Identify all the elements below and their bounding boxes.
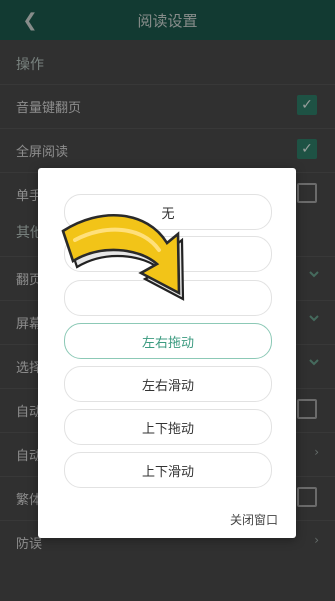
option-up-down-slide[interactable]: 上下滑动 — [64, 452, 272, 488]
yellow-arrow-icon — [61, 213, 185, 301]
option-left-right-drag[interactable]: 左右拖动 — [64, 323, 272, 359]
close-dialog-button[interactable]: 关闭窗口 — [230, 511, 278, 528]
option-up-down-drag[interactable]: 上下拖动 — [64, 409, 272, 445]
option-left-right-slide[interactable]: 左右滑动 — [64, 366, 272, 402]
